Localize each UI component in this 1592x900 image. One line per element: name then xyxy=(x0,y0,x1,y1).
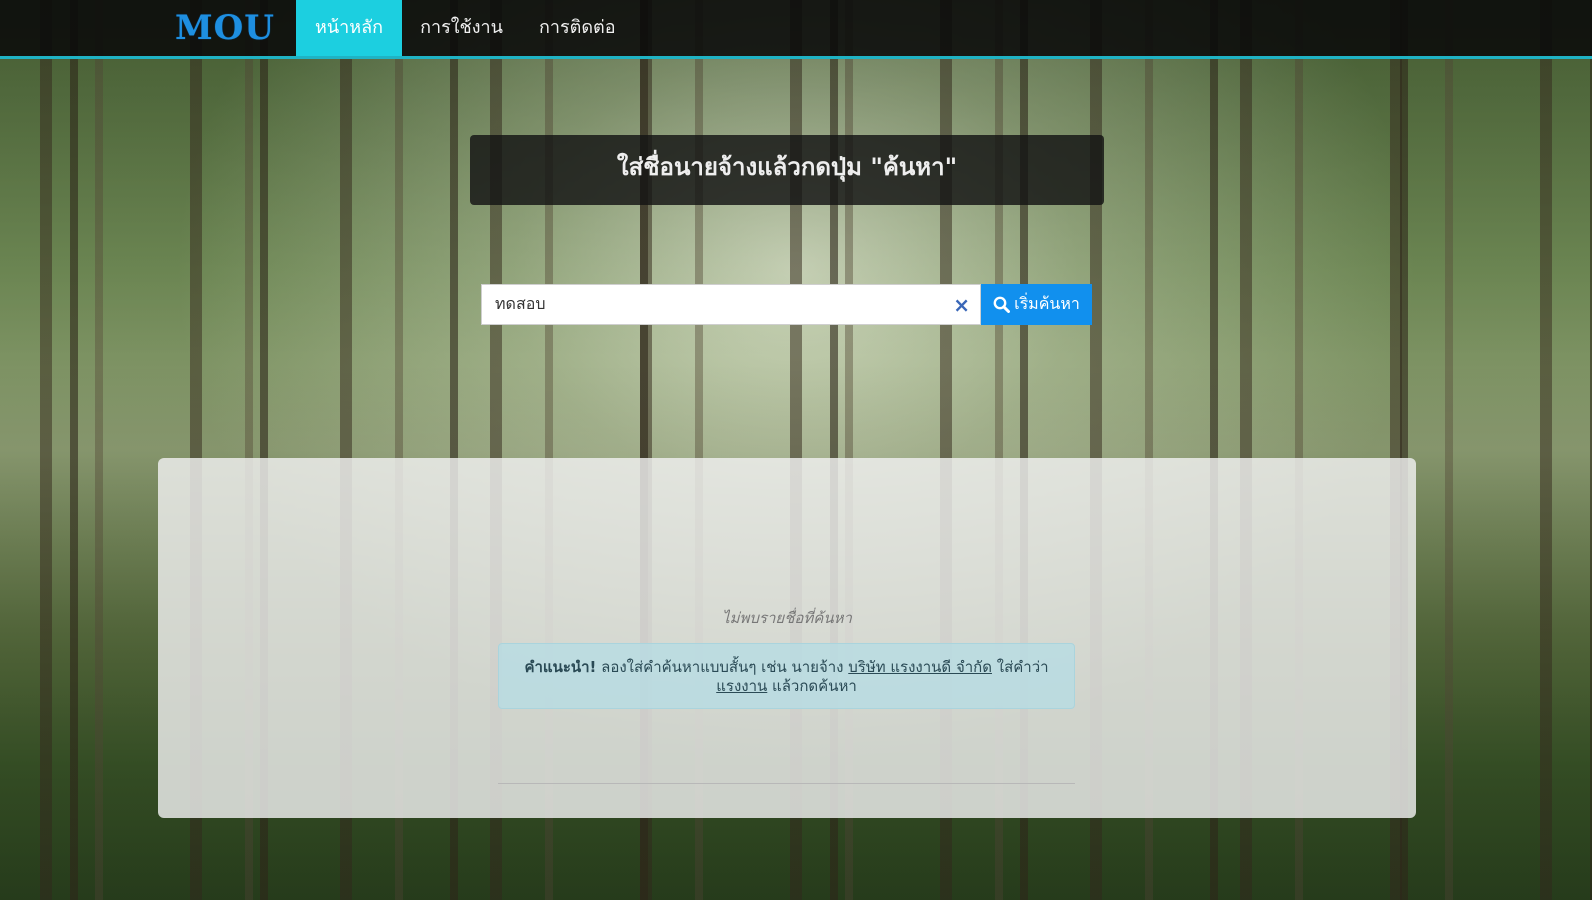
results-panel: ไม่พบรายชื่อที่ค้นหา คำแนะนำ! ลองใส่คำค้… xyxy=(158,458,1416,818)
search-button[interactable]: เริ่มค้นหา xyxy=(981,284,1092,325)
nav-item-usage[interactable]: การใช้งาน xyxy=(402,0,521,56)
brand-logo[interactable]: MOU xyxy=(175,8,275,48)
tip-example-keyword-link[interactable]: แรงงาน xyxy=(716,677,767,695)
instruction-box: ใส่ชื่อนายจ้างแล้วกดปุ่ม "ค้นหา" xyxy=(470,135,1104,205)
divider xyxy=(498,783,1075,784)
tip-label: คำแนะนำ! xyxy=(524,658,597,676)
search-button-label: เริ่มค้นหา xyxy=(1014,294,1080,313)
tip-text-2: ใส่คำว่า xyxy=(991,658,1049,676)
tip-text-1: ลองใส่คำค้นหาแบบสั้นๆ เช่น นายจ้าง xyxy=(596,658,849,676)
tip-example-company-link[interactable]: บริษัท แรงงานดี จำกัด xyxy=(848,658,992,676)
clear-icon[interactable]: × xyxy=(953,293,970,317)
search-group: × เริ่มค้นหา xyxy=(481,284,1092,325)
nav-menu: หน้าหลัก การใช้งาน การติดต่อ xyxy=(296,0,634,56)
search-icon xyxy=(993,296,1011,313)
tip-text-3: แล้วกดค้นหา xyxy=(767,677,857,695)
no-results-message: ไม่พบรายชื่อที่ค้นหา xyxy=(722,609,852,627)
tip-alert: คำแนะนำ! ลองใส่คำค้นหาแบบสั้นๆ เช่น นายจ… xyxy=(498,643,1075,709)
page-title: ใส่ชื่อนายจ้างแล้วกดปุ่ม "ค้นหา" xyxy=(616,153,958,181)
nav-item-home[interactable]: หน้าหลัก xyxy=(296,0,403,56)
search-input[interactable] xyxy=(482,285,980,324)
search-input-wrapper: × xyxy=(481,284,981,325)
nav-item-contact[interactable]: การติดต่อ xyxy=(521,0,634,56)
navbar: MOU หน้าหลัก การใช้งาน การติดต่อ xyxy=(0,0,1592,59)
